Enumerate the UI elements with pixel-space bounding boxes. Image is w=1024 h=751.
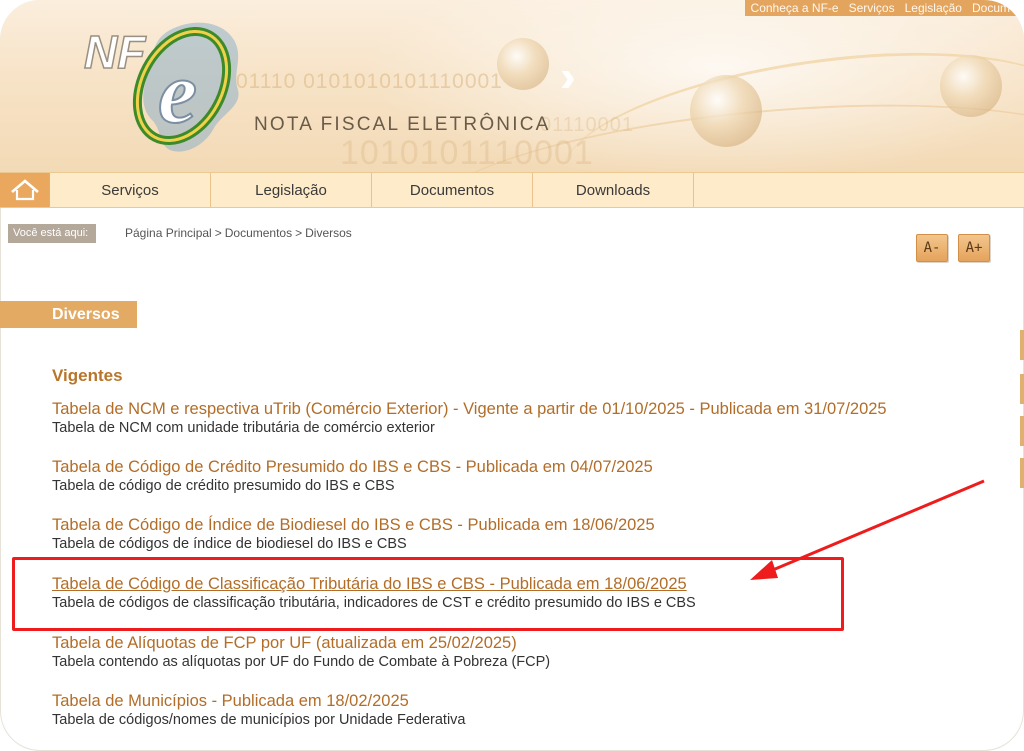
- nav-item-legislacao[interactable]: Legislação: [211, 173, 372, 207]
- breadcrumb-home[interactable]: Página Principal: [125, 226, 212, 240]
- home-button[interactable]: [0, 173, 50, 207]
- nfe-logo[interactable]: NF e: [82, 10, 252, 160]
- document-link[interactable]: Tabela de Código de Crédito Presumido do…: [52, 458, 653, 477]
- document-item: Tabela de Municípios - Publicada em 18/0…: [52, 692, 466, 728]
- banner-binary-text: 1010101110001: [340, 134, 594, 172]
- side-tab[interactable]: [1020, 374, 1024, 404]
- breadcrumb-current: Diversos: [305, 226, 352, 240]
- document-item: Tabela de Alíquotas de FCP por UF (atual…: [52, 634, 550, 670]
- top-links: Conheça a NF-e Serviços Legislação Docum: [744, 0, 1024, 16]
- banner-binary-text: 01110 0101010101110001: [236, 70, 503, 93]
- banner-binary-text: 01110001: [540, 114, 635, 136]
- document-description: Tabela contendo as alíquotas por UF do F…: [52, 654, 551, 670]
- section-subhead: Vigentes: [52, 366, 123, 385]
- top-link-legislacao[interactable]: Legislação: [905, 1, 962, 15]
- document-link[interactable]: Tabela de Código de Índice de Biodiesel …: [52, 516, 655, 535]
- document-link[interactable]: Tabela de Alíquotas de FCP por UF (atual…: [52, 634, 550, 653]
- top-link-documentos[interactable]: Docum: [972, 1, 1010, 15]
- font-increase-button[interactable]: A+: [958, 234, 990, 262]
- document-description: Tabela de códigos/nomes de municípios po…: [52, 712, 466, 728]
- breadcrumb-label: Você está aqui:: [8, 224, 97, 243]
- decorative-chevrons: ›››: [560, 52, 576, 101]
- side-tab[interactable]: [1020, 330, 1024, 360]
- breadcrumb-documentos[interactable]: Documentos: [225, 226, 292, 240]
- section-title: Diversos: [0, 301, 137, 328]
- document-item: Tabela de Código de Índice de Biodiesel …: [52, 516, 655, 552]
- breadcrumb-separator: >: [295, 226, 303, 240]
- side-tab[interactable]: [1020, 458, 1024, 488]
- document-item: Tabela de Código de Crédito Presumido do…: [52, 458, 653, 494]
- document-description: Tabela de NCM com unidade tributária de …: [52, 420, 435, 436]
- document-link[interactable]: Tabela de NCM e respectiva uTrib (Comérc…: [52, 400, 887, 419]
- font-decrease-button[interactable]: A-: [916, 234, 948, 262]
- decorative-sphere: [497, 38, 549, 90]
- logo-nf-text: NF: [84, 26, 147, 78]
- page-frame: 01110 0101010101110001 1010101110001 011…: [0, 0, 1024, 751]
- document-description: Tabela de código de crédito presumido do…: [52, 478, 395, 494]
- breadcrumb-separator: >: [214, 226, 222, 240]
- document-description: Tabela de códigos de índice de biodiesel…: [52, 536, 407, 552]
- site-banner: 01110 0101010101110001 1010101110001 011…: [0, 0, 1024, 172]
- logo-e-text: e: [158, 45, 197, 142]
- top-link-conheca[interactable]: Conheça a NF-e: [751, 1, 839, 15]
- nav-item-servicos[interactable]: Serviços: [50, 173, 211, 207]
- decorative-sphere: [940, 55, 1002, 117]
- main-nav: Serviços Legislação Documentos Downloads: [0, 172, 1024, 208]
- document-link[interactable]: Tabela de Municípios - Publicada em 18/0…: [52, 692, 466, 711]
- nfe-logo-graphic: NF e: [83, 22, 239, 152]
- top-link-servicos[interactable]: Serviços: [849, 1, 895, 15]
- home-icon: [10, 179, 39, 201]
- document-item: Tabela de NCM e respectiva uTrib (Comérc…: [52, 400, 887, 436]
- nav-item-documentos[interactable]: Documentos: [372, 173, 533, 207]
- decorative-sphere: [690, 75, 762, 147]
- nav-item-downloads[interactable]: Downloads: [533, 173, 694, 207]
- site-title: NOTA FISCAL ELETRÔNICA: [254, 114, 551, 135]
- breadcrumb: Página Principal > Documentos > Diversos: [125, 226, 352, 240]
- highlight-box: [12, 557, 844, 631]
- side-tab[interactable]: [1020, 416, 1024, 446]
